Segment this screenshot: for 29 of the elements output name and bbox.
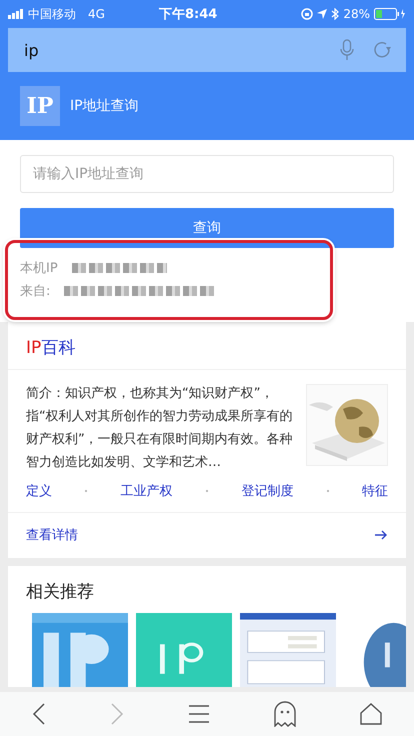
site-logo: IP: [20, 86, 60, 126]
summary-text: 简介：知识产权，也称其为“知识财产权”，指“权利人对其所创作的智力劳动成果所享有的财产权利”，一般只在有限时间期内有效。各种智力创造比如发明、文学和艺术…: [26, 385, 294, 472]
network-type: 4G: [88, 7, 105, 21]
address-text: ip: [24, 40, 40, 60]
location-label: 来自:: [20, 282, 50, 300]
site-title: IP地址查询: [70, 97, 139, 115]
topic-link[interactable]: 登记制度: [241, 482, 294, 500]
menu-icon[interactable]: [188, 705, 210, 723]
ip-input-field[interactable]: 请输入IP地址查询: [20, 155, 394, 193]
status-time: 下午8:44: [158, 6, 218, 23]
section-title: IP百科: [25, 337, 76, 360]
topic-link[interactable]: 特征: [362, 482, 388, 500]
signal-icon: [8, 9, 24, 19]
section-title: 相关推荐: [25, 581, 95, 604]
location-icon: [317, 9, 328, 19]
bluetooth-icon: [331, 8, 340, 20]
back-icon[interactable]: [32, 702, 46, 726]
ghost-icon[interactable]: [274, 701, 296, 727]
battery-charging-icon: [374, 8, 406, 20]
topic-link[interactable]: 定义: [26, 482, 52, 500]
arrow-right-icon: [374, 529, 388, 541]
lock-rotation-icon: [301, 8, 314, 20]
details-link[interactable]: 查看详情: [8, 513, 406, 558]
local-ip-label: 本机IP: [20, 260, 58, 276]
topic-link[interactable]: 工业产权: [120, 482, 173, 500]
home-icon[interactable]: [360, 703, 382, 725]
battery-percent: 28%: [343, 7, 370, 21]
carrier-name: 中国移动: [28, 6, 76, 22]
query-button[interactable]: 查询: [20, 208, 394, 248]
